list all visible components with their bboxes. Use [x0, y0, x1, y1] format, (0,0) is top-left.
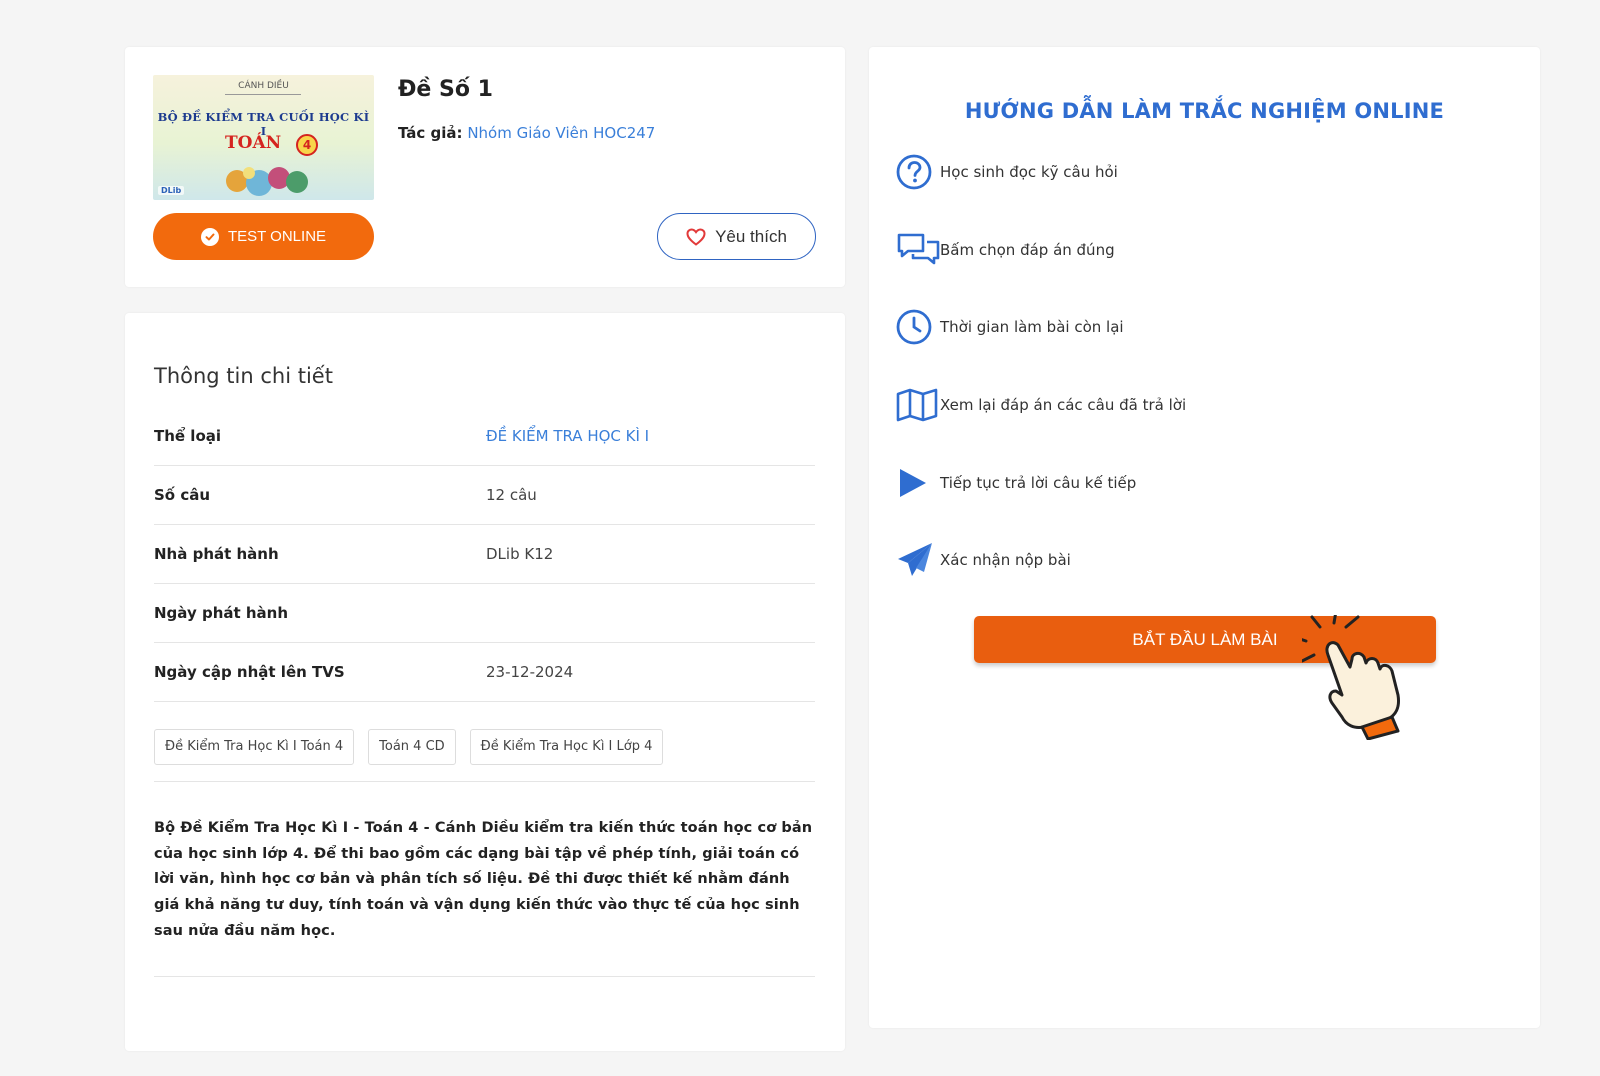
details-title: Thông tin chi tiết	[154, 364, 333, 388]
question-icon	[896, 152, 940, 192]
detail-value: 12 câu	[486, 486, 537, 504]
detail-row-publisher: Nhà phát hành DLib K12	[154, 525, 815, 584]
description: Bộ Đề Kiểm Tra Học Kì I - Toán 4 - Cánh …	[154, 816, 819, 945]
detail-row-release-date: Ngày phát hành	[154, 584, 815, 643]
play-icon	[896, 463, 940, 503]
guide-title: HƯỚNG DẪN LÀM TRẮC NGHIỆM ONLINE	[964, 99, 1445, 123]
guide-item-text: Tiếp tục trả lời câu kế tiếp	[940, 474, 1137, 492]
tag-item[interactable]: Đề Kiểm Tra Học Kì I Lớp 4	[469, 729, 664, 765]
favorite-button[interactable]: Yêu thích	[657, 213, 816, 260]
guide-card: HƯỚNG DẪN LÀM TRẮC NGHIỆM ONLINE Học sin…	[869, 47, 1540, 1028]
map-icon	[896, 385, 940, 425]
guide-item-text: Thời gian làm bài còn lại	[940, 318, 1124, 336]
detail-label: Nhà phát hành	[154, 545, 279, 563]
cover-illustration-icon	[226, 167, 308, 196]
document-cover-image: CÁNH DIỀU BỘ ĐỀ KIỂM TRA CUỐI HỌC KÌ I T…	[153, 75, 374, 200]
test-online-button[interactable]: TEST ONLINE	[153, 213, 374, 260]
detail-label: Ngày cập nhật lên TVS	[154, 663, 345, 681]
cover-brand: DLib	[158, 186, 185, 195]
cover-grade: 4	[296, 134, 318, 156]
detail-value: 23-12-2024	[486, 663, 574, 681]
guide-item-read-question: Học sinh đọc kỹ câu hỏi	[896, 152, 1118, 192]
detail-row-category: Thể loại ĐỀ KIỂM TRA HỌC KÌ I	[154, 407, 815, 466]
guide-item-time-left: Thời gian làm bài còn lại	[896, 307, 1124, 347]
detail-label: Ngày phát hành	[154, 604, 289, 622]
guide-item-text: Xác nhận nộp bài	[940, 551, 1071, 569]
favorite-label: Yêu thích	[715, 226, 787, 246]
guide-item-review-answers: Xem lại đáp án các câu đã trả lời	[896, 385, 1186, 425]
detail-label: Số câu	[154, 486, 211, 504]
detail-label: Thể loại	[154, 427, 222, 445]
guide-item-text: Xem lại đáp án các câu đã trả lời	[940, 396, 1187, 414]
send-icon	[896, 540, 940, 580]
guide-item-next-question: Tiếp tục trả lời câu kế tiếp	[896, 463, 1136, 503]
tag-item[interactable]: Đề Kiểm Tra Học Kì I Toán 4	[154, 729, 355, 765]
cover-divider	[225, 94, 301, 95]
heart-icon	[686, 227, 706, 246]
document-title: Đề Số 1	[398, 77, 493, 102]
document-header-card: CÁNH DIỀU BỘ ĐỀ KIỂM TRA CUỐI HỌC KÌ I T…	[125, 47, 845, 287]
detail-row-question-count: Số câu 12 câu	[154, 466, 815, 525]
description-text: kiểm tra kiến thức toán học cơ bản của h…	[154, 820, 813, 939]
test-online-label: TEST ONLINE	[227, 228, 327, 245]
detail-row-updated-date: Ngày cập nhật lên TVS 23-12-2024	[154, 643, 815, 702]
guide-item-text: Học sinh đọc kỹ câu hỏi	[940, 163, 1118, 181]
check-circle-icon	[200, 227, 219, 246]
details-card: Thông tin chi tiết Thể loại ĐỀ KIỂM TRA …	[125, 313, 845, 1051]
guide-item-choose-answer: Bấm chọn đáp án đúng	[896, 230, 1115, 270]
detail-value: DLib K12	[486, 545, 554, 563]
pointing-hand-icon	[1302, 615, 1400, 740]
tag-list: Đề Kiểm Tra Học Kì I Toán 4 Toán 4 CD Đề…	[154, 729, 664, 765]
clock-icon	[896, 307, 940, 347]
description-lead: Bộ Đề Kiểm Tra Học Kì I - Toán 4 - Cánh …	[154, 820, 520, 836]
cover-publisher: CÁNH DIỀU	[238, 81, 289, 91]
category-link[interactable]: ĐỀ KIỂM TRA HỌC KÌ I	[486, 427, 649, 445]
guide-item-text: Bấm chọn đáp án đúng	[940, 241, 1115, 259]
divider	[154, 976, 815, 977]
author-label: Tác giả:	[398, 124, 463, 142]
tag-item[interactable]: Toán 4 CD	[368, 729, 456, 765]
chat-icon	[896, 230, 940, 270]
guide-item-submit: Xác nhận nộp bài	[896, 540, 1071, 580]
divider	[154, 781, 815, 782]
cover-subject: TOÁN	[225, 133, 282, 153]
author-line: Tác giả: Nhóm Giáo Viên HOC247	[398, 124, 655, 142]
author-link[interactable]: Nhóm Giáo Viên HOC247	[467, 124, 655, 142]
